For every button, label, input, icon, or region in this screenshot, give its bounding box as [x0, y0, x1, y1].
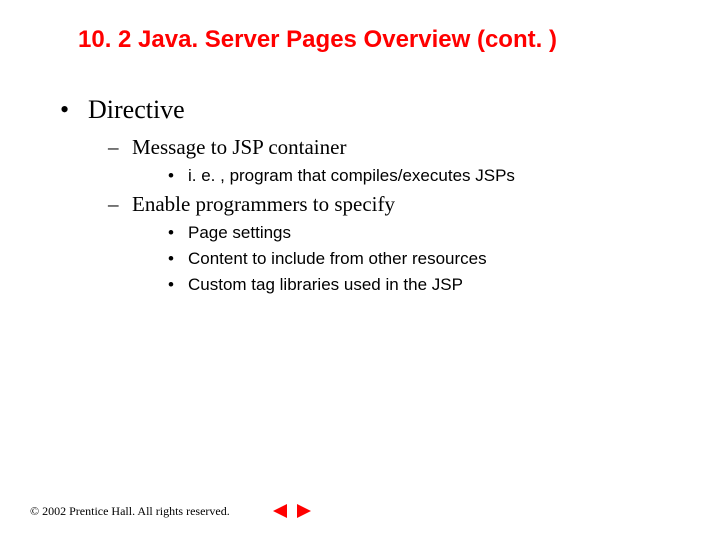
- triangle-right-icon: [297, 504, 311, 518]
- bullet-level1-text: Directive: [88, 95, 185, 125]
- bullet-level3: • Custom tag libraries used in the JSP: [60, 275, 680, 295]
- bullet-dot-icon: •: [168, 249, 188, 269]
- bullet-dash-icon: –: [108, 135, 132, 160]
- next-slide-button[interactable]: [294, 502, 314, 520]
- slide-footer: © 2002 Prentice Hall. All rights reserve…: [30, 502, 690, 520]
- bullet-dot-icon: •: [168, 275, 188, 295]
- bullet-level1: • Directive: [60, 95, 680, 125]
- bullet-level3: • Page settings: [60, 223, 680, 243]
- nav-controls: [270, 502, 314, 520]
- triangle-left-icon: [273, 504, 287, 518]
- bullet-dash-icon: –: [108, 192, 132, 217]
- slide-body: • Directive – Message to JSP container •…: [60, 95, 680, 301]
- bullet-dot-icon: •: [60, 95, 88, 125]
- bullet-dot-icon: •: [168, 223, 188, 243]
- copyright-text: © 2002 Prentice Hall. All rights reserve…: [30, 504, 230, 519]
- bullet-level3-text: Content to include from other resources: [188, 249, 487, 269]
- prev-slide-button[interactable]: [270, 502, 290, 520]
- bullet-level3: • Content to include from other resource…: [60, 249, 680, 269]
- bullet-dot-icon: •: [168, 166, 188, 186]
- bullet-level3: • i. e. , program that compiles/executes…: [60, 166, 680, 186]
- bullet-level3-text: Page settings: [188, 223, 291, 243]
- bullet-level2-text: Enable programmers to specify: [132, 192, 395, 217]
- bullet-level2: – Enable programmers to specify: [60, 192, 680, 217]
- slide-title: 10. 2 Java. Server Pages Overview (cont.…: [78, 26, 557, 54]
- bullet-level2: – Message to JSP container: [60, 135, 680, 160]
- bullet-level2-text: Message to JSP container: [132, 135, 346, 160]
- bullet-level3-text: i. e. , program that compiles/executes J…: [188, 166, 515, 186]
- bullet-level3-text: Custom tag libraries used in the JSP: [188, 275, 463, 295]
